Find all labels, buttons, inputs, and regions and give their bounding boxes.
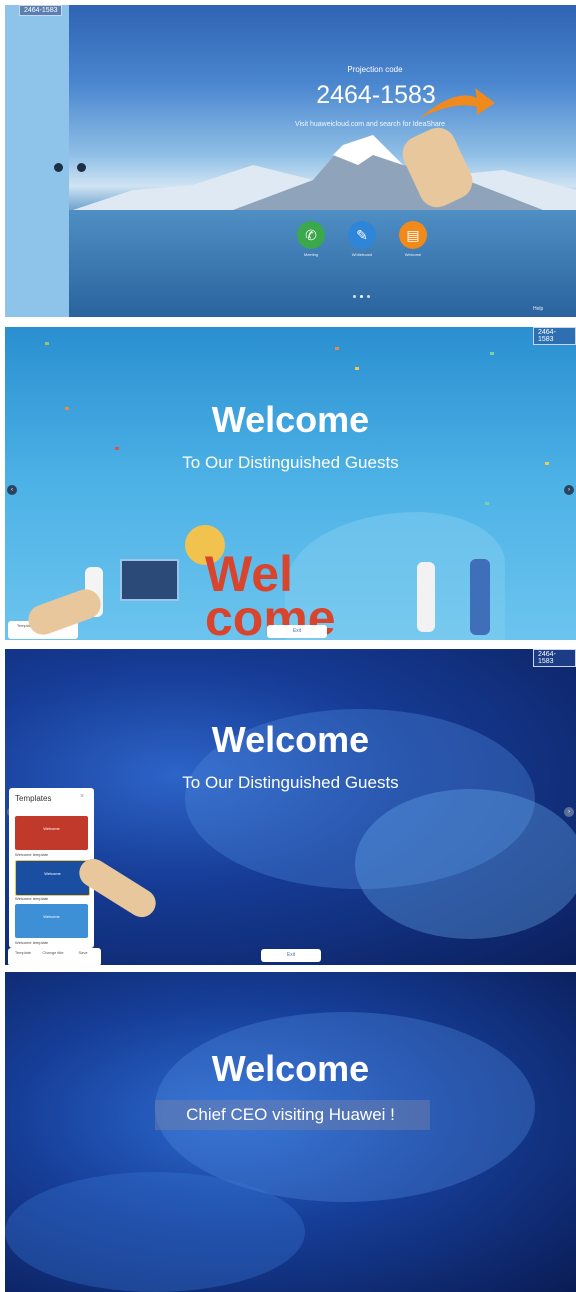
swirl-background (355, 789, 576, 939)
welcome-result-panel: Welcome Chief CEO visiting Huawei ! (5, 972, 576, 1292)
confetti (115, 447, 119, 450)
template-name: Welcome template (15, 940, 49, 945)
welcome-title: Welcome (211, 719, 370, 760)
template-name: Welcome template (15, 896, 49, 901)
phone-icon: ✆ (305, 226, 317, 243)
code-badge: 2464-1583 (19, 5, 63, 16)
confetti (355, 367, 359, 370)
welcome-subtitle: To Our Distinguished Guests (182, 453, 399, 472)
help-link[interactable]: Help (533, 306, 543, 312)
confetti (545, 462, 549, 465)
whiteboard-button[interactable]: ✎ (348, 221, 376, 249)
swirl-background (5, 1172, 305, 1292)
close-icon[interactable]: × (80, 793, 84, 800)
template-card-selected[interactable]: Welcome (15, 860, 90, 896)
page-indicator-active (360, 295, 363, 298)
template-card-title: Welcome (43, 826, 60, 831)
template-tool-button[interactable]: Template (10, 950, 36, 955)
exit-button[interactable]: Exit (267, 625, 327, 638)
change-title-tool-button[interactable]: Change title (40, 950, 66, 955)
welcome-title: Welcome (211, 399, 370, 440)
meeting-button[interactable]: ✆ (297, 221, 325, 249)
template-card[interactable]: Welcome (15, 904, 88, 938)
projection-label: Projection code (347, 65, 403, 74)
confetti (45, 342, 49, 345)
screen-illustration (120, 559, 179, 601)
template-name: Welcome template (15, 852, 49, 857)
welcome-template-panel: 2464-1583 Welcome To Our Distinguished G… (5, 649, 576, 965)
exit-button[interactable]: Exit (261, 949, 321, 962)
confetti (335, 347, 339, 350)
person-illustration (417, 562, 435, 632)
templates-title: Templates (15, 794, 52, 803)
next-arrow-button[interactable]: › (564, 807, 574, 817)
welcome-subtitle: Chief CEO visiting Huawei ! (186, 1105, 395, 1124)
left-nav-button[interactable] (54, 163, 63, 172)
page-indicator (353, 295, 356, 298)
pen-icon: ✎ (356, 226, 368, 243)
welcome-blue-panel: 2464-1583 Welcome To Our Distinguished G… (5, 327, 576, 640)
save-tool-button[interactable]: Save (70, 950, 96, 955)
arrow-icon (420, 88, 495, 118)
confetti (490, 352, 494, 355)
page-indicator (367, 295, 370, 298)
code-badge: 2464-1583 (533, 649, 576, 667)
confetti (485, 502, 489, 505)
person-illustration (470, 559, 490, 635)
sidebar: 2464-1583 (5, 5, 69, 317)
welcome-icon: ▤ (406, 226, 420, 243)
template-card[interactable]: Welcome (15, 816, 88, 850)
welcome-button[interactable]: ▤ (399, 221, 427, 249)
welcome-label: Welcome (404, 252, 422, 257)
confetti (65, 407, 69, 410)
home-screen-panel: 2464-1583 Projection code 2464-1583 Visi… (5, 5, 576, 317)
next-arrow-button[interactable]: › (564, 485, 574, 495)
mountain-image (73, 135, 576, 210)
template-card-title: Welcome (43, 914, 60, 919)
prev-arrow-button[interactable]: ‹ (7, 485, 17, 495)
code-badge: 2464-1583 (533, 327, 576, 345)
welcome-title: Welcome (211, 1048, 370, 1089)
bottom-toolbar: Template Change title Save (8, 948, 101, 965)
